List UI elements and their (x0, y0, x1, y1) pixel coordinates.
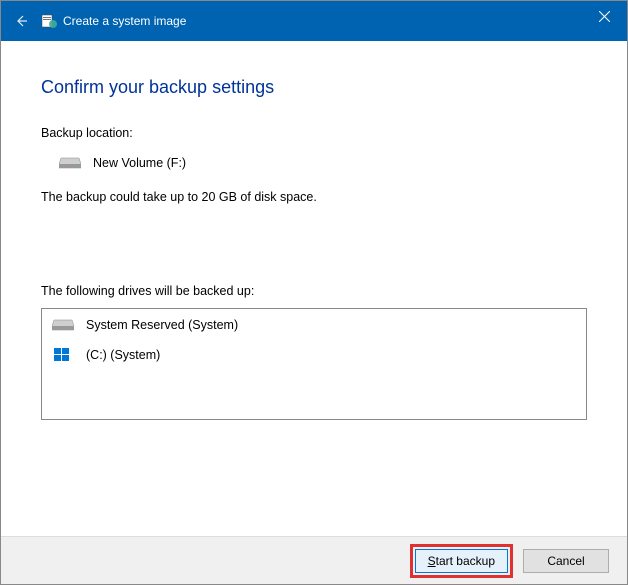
button-bar: Start backup Cancel (1, 536, 627, 584)
drive-item: System Reserved (System) (52, 317, 576, 333)
window-title: Create a system image (63, 14, 186, 28)
drives-listbox: System Reserved (System) (C:) (System) (41, 308, 587, 420)
wizard-content: Confirm your backup settings Backup loca… (1, 41, 627, 440)
hard-drive-icon (59, 156, 81, 170)
highlight-annotation: Start backup (410, 544, 513, 578)
backup-location-label: Backup location: (41, 126, 587, 140)
drive-name: System Reserved (System) (86, 318, 238, 332)
backup-location-value: New Volume (F:) (93, 156, 186, 170)
start-backup-button[interactable]: Start backup (415, 549, 508, 573)
hard-drive-icon (52, 317, 74, 333)
backup-location-row: New Volume (F:) (59, 156, 587, 170)
page-title: Confirm your backup settings (41, 77, 587, 98)
back-arrow-icon (13, 13, 29, 29)
drive-name: (C:) (System) (86, 348, 160, 362)
drives-label: The following drives will be backed up: (41, 284, 587, 298)
close-button[interactable] (581, 1, 627, 31)
titlebar: Create a system image (1, 1, 627, 41)
back-button[interactable] (9, 9, 33, 33)
windows-drive-icon (52, 347, 74, 363)
drive-item: (C:) (System) (52, 347, 576, 363)
size-estimate: The backup could take up to 20 GB of dis… (41, 190, 587, 204)
cancel-button[interactable]: Cancel (523, 549, 609, 573)
wizard-icon (41, 13, 57, 29)
close-icon (599, 11, 610, 22)
